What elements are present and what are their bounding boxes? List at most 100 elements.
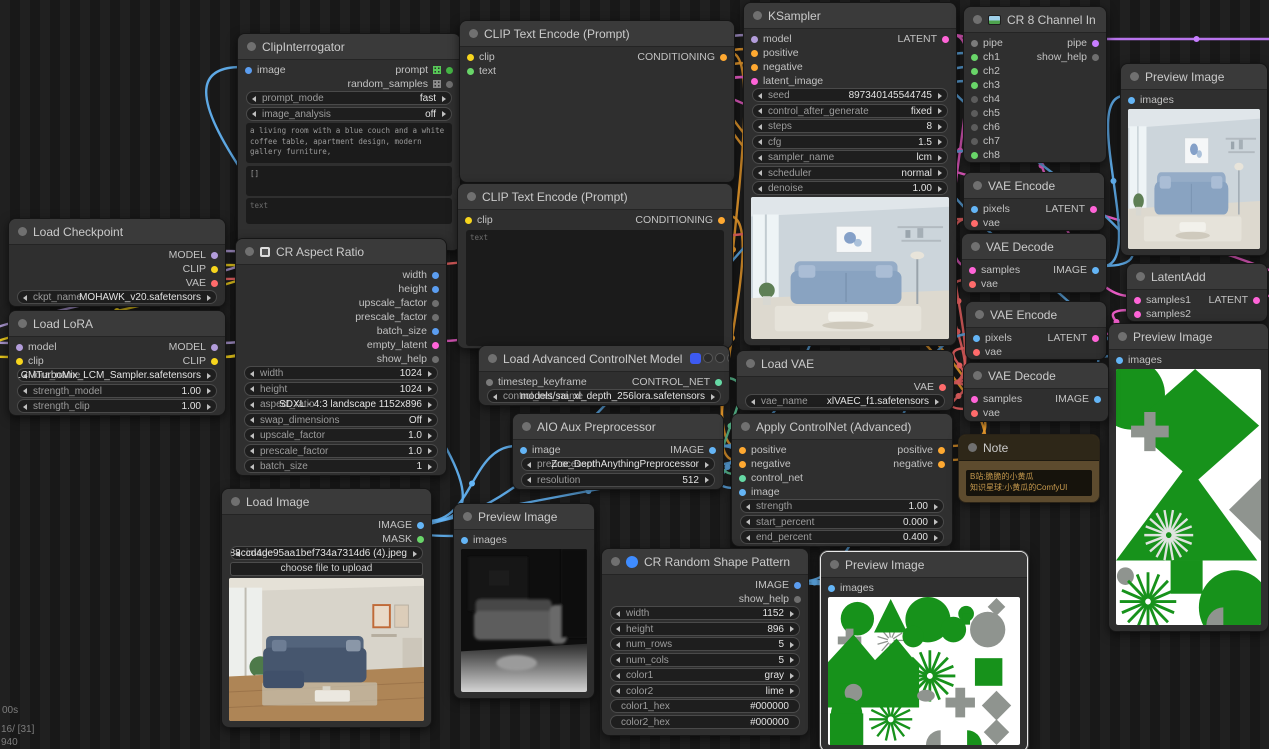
output-slot-dot[interactable] (715, 378, 722, 386)
input-slot-dot[interactable] (973, 348, 980, 356)
input-slot-dot[interactable] (16, 343, 23, 351)
node-title-bar[interactable]: CR 8 Channel In (964, 7, 1106, 33)
increment-arrow[interactable] (207, 388, 211, 394)
widget-steps[interactable]: steps 8 (752, 119, 948, 133)
output-slot-dot[interactable] (1092, 39, 1099, 47)
widget-image[interactable]: image3b860f88ccd4de95aa1bef734a7314d6 (4… (230, 546, 423, 560)
collapse-dot[interactable] (1118, 332, 1127, 341)
input-slot-dot[interactable] (1134, 310, 1141, 318)
decrement-arrow[interactable] (527, 461, 531, 468)
node-title-bar[interactable]: Load Advanced ControlNet Model (479, 346, 729, 372)
input-slot-dot[interactable] (969, 266, 976, 274)
collapse-dot[interactable] (522, 422, 531, 431)
output-slot-dot[interactable] (446, 80, 453, 88)
output-slot-dot[interactable] (718, 216, 725, 224)
output-slot-dot[interactable] (938, 446, 945, 454)
input-slot-dot[interactable] (467, 53, 474, 61)
widget-prompt_mode[interactable]: prompt_mode fast (246, 91, 452, 105)
widget-upscale_factor[interactable]: upscale_factor 1.0 (244, 428, 438, 442)
node-graph-canvas[interactable]: ClipInterrogator image prompt random_sample… (0, 0, 1269, 749)
node-ksampler[interactable]: KSampler model LATENT positive negative laten… (743, 2, 957, 346)
increment-arrow[interactable] (938, 92, 942, 99)
decrement-arrow[interactable] (616, 626, 620, 632)
note-text[interactable]: B站:脆脆的小黄瓜 知识星球:小黄瓜的ComfyUI (966, 470, 1092, 496)
node-vae-decode-2[interactable]: VAE Decode samples IMAGE vae (963, 362, 1109, 422)
collapse-dot[interactable] (245, 247, 254, 256)
decrement-arrow[interactable] (616, 610, 620, 617)
collapse-dot[interactable] (18, 227, 27, 236)
input-slot-dot[interactable] (971, 395, 978, 403)
widget-image_analysis[interactable]: image_analysis off (246, 106, 452, 121)
node-aio-aux-preprocessor[interactable]: AIO Aux Preprocessor image IMAGE preprocess… (512, 413, 724, 490)
collapse-dot[interactable] (247, 42, 256, 51)
increment-arrow[interactable] (428, 370, 432, 377)
increment-arrow[interactable] (938, 154, 942, 161)
input-slot-dot[interactable] (751, 63, 758, 71)
collapse-dot[interactable] (973, 371, 982, 380)
input-slot-dot[interactable] (751, 77, 758, 85)
node-preview-image-shapes[interactable]: Preview Image images (820, 551, 1028, 749)
output-slot-dot[interactable] (1092, 53, 1099, 61)
collapse-dot[interactable] (753, 11, 762, 20)
input-slot-dot[interactable] (751, 49, 758, 57)
widget-width[interactable]: width 1024 (244, 366, 438, 380)
input-slot-dot[interactable] (973, 334, 980, 342)
output-slot-dot[interactable] (938, 460, 945, 468)
output-slot-dot[interactable] (432, 285, 439, 293)
widget-swap_dimensions[interactable]: swap_dimensions Off (244, 412, 438, 427)
increment-arrow[interactable] (938, 123, 942, 130)
decrement-arrow[interactable] (758, 108, 762, 114)
output-slot-dot[interactable] (794, 595, 801, 603)
node-clip-interrogator[interactable]: ClipInterrogator image prompt random_sample… (237, 33, 461, 251)
output-slot-dot[interactable] (446, 66, 453, 74)
decrement-arrow[interactable] (746, 519, 750, 525)
increment-arrow[interactable] (705, 477, 709, 483)
upload-button[interactable]: choose file to upload (230, 561, 423, 576)
collapse-dot[interactable] (973, 181, 982, 190)
collapse-dot[interactable] (973, 15, 982, 24)
decrement-arrow[interactable] (23, 294, 27, 301)
decrement-arrow[interactable] (250, 370, 254, 377)
node-title-bar[interactable]: VAE Encode (964, 173, 1104, 199)
input-slot-dot[interactable] (245, 66, 252, 74)
decrement-arrow[interactable] (250, 417, 254, 423)
decrement-arrow[interactable] (758, 92, 762, 99)
node-load-image[interactable]: Load Image IMAGE MASKimage3b860f88ccd4de95… (221, 488, 432, 728)
widget-ckpt_name[interactable]: ckpt_name MOHAWK_v20.safetensors (17, 290, 217, 304)
increment-arrow[interactable] (938, 170, 942, 176)
decrement-arrow[interactable] (250, 386, 254, 392)
node-title-bar[interactable]: VAE Decode (962, 234, 1106, 260)
output-slot-dot[interactable] (720, 53, 727, 61)
increment-arrow[interactable] (938, 139, 942, 145)
output-slot-dot[interactable] (942, 35, 949, 43)
output-slot-dot[interactable] (432, 355, 439, 363)
input-slot-dot[interactable] (739, 460, 746, 468)
decrement-arrow[interactable] (250, 401, 254, 408)
output-slot-dot[interactable] (709, 446, 716, 454)
decrement-arrow[interactable] (23, 403, 27, 410)
increment-arrow[interactable] (790, 672, 794, 679)
output-slot-dot[interactable] (211, 251, 218, 259)
widget-height[interactable]: height 1024 (244, 381, 438, 396)
increment-arrow[interactable] (790, 657, 794, 663)
input-slot-dot[interactable] (486, 378, 493, 386)
input-slot-dot[interactable] (1128, 96, 1135, 104)
collapse-dot[interactable] (611, 557, 620, 566)
increment-arrow[interactable] (938, 185, 942, 192)
node-title-bar[interactable]: Load LoRA (9, 311, 225, 337)
text-widget[interactable]: text (246, 198, 452, 224)
increment-arrow[interactable] (934, 534, 938, 541)
node-title-bar[interactable]: CR Aspect Ratio (236, 239, 446, 265)
widget-height[interactable]: height 896 (610, 621, 800, 636)
node-latent-add[interactable]: LatentAdd samples1 LATENT samples2 (1126, 263, 1268, 322)
node-load-lora[interactable]: Load LoRA model MODEL clip CLIP lora_name LCMT… (8, 310, 226, 416)
node-title-bar[interactable]: ClipInterrogator (238, 34, 460, 60)
collapse-dot[interactable] (231, 497, 240, 506)
collapse-dot[interactable] (488, 354, 497, 363)
decrement-arrow[interactable] (616, 672, 620, 679)
decrement-arrow[interactable] (746, 503, 750, 510)
increment-arrow[interactable] (428, 432, 432, 439)
increment-arrow[interactable] (207, 403, 211, 410)
increment-arrow[interactable] (934, 503, 938, 510)
output-slot-dot[interactable] (211, 343, 218, 351)
